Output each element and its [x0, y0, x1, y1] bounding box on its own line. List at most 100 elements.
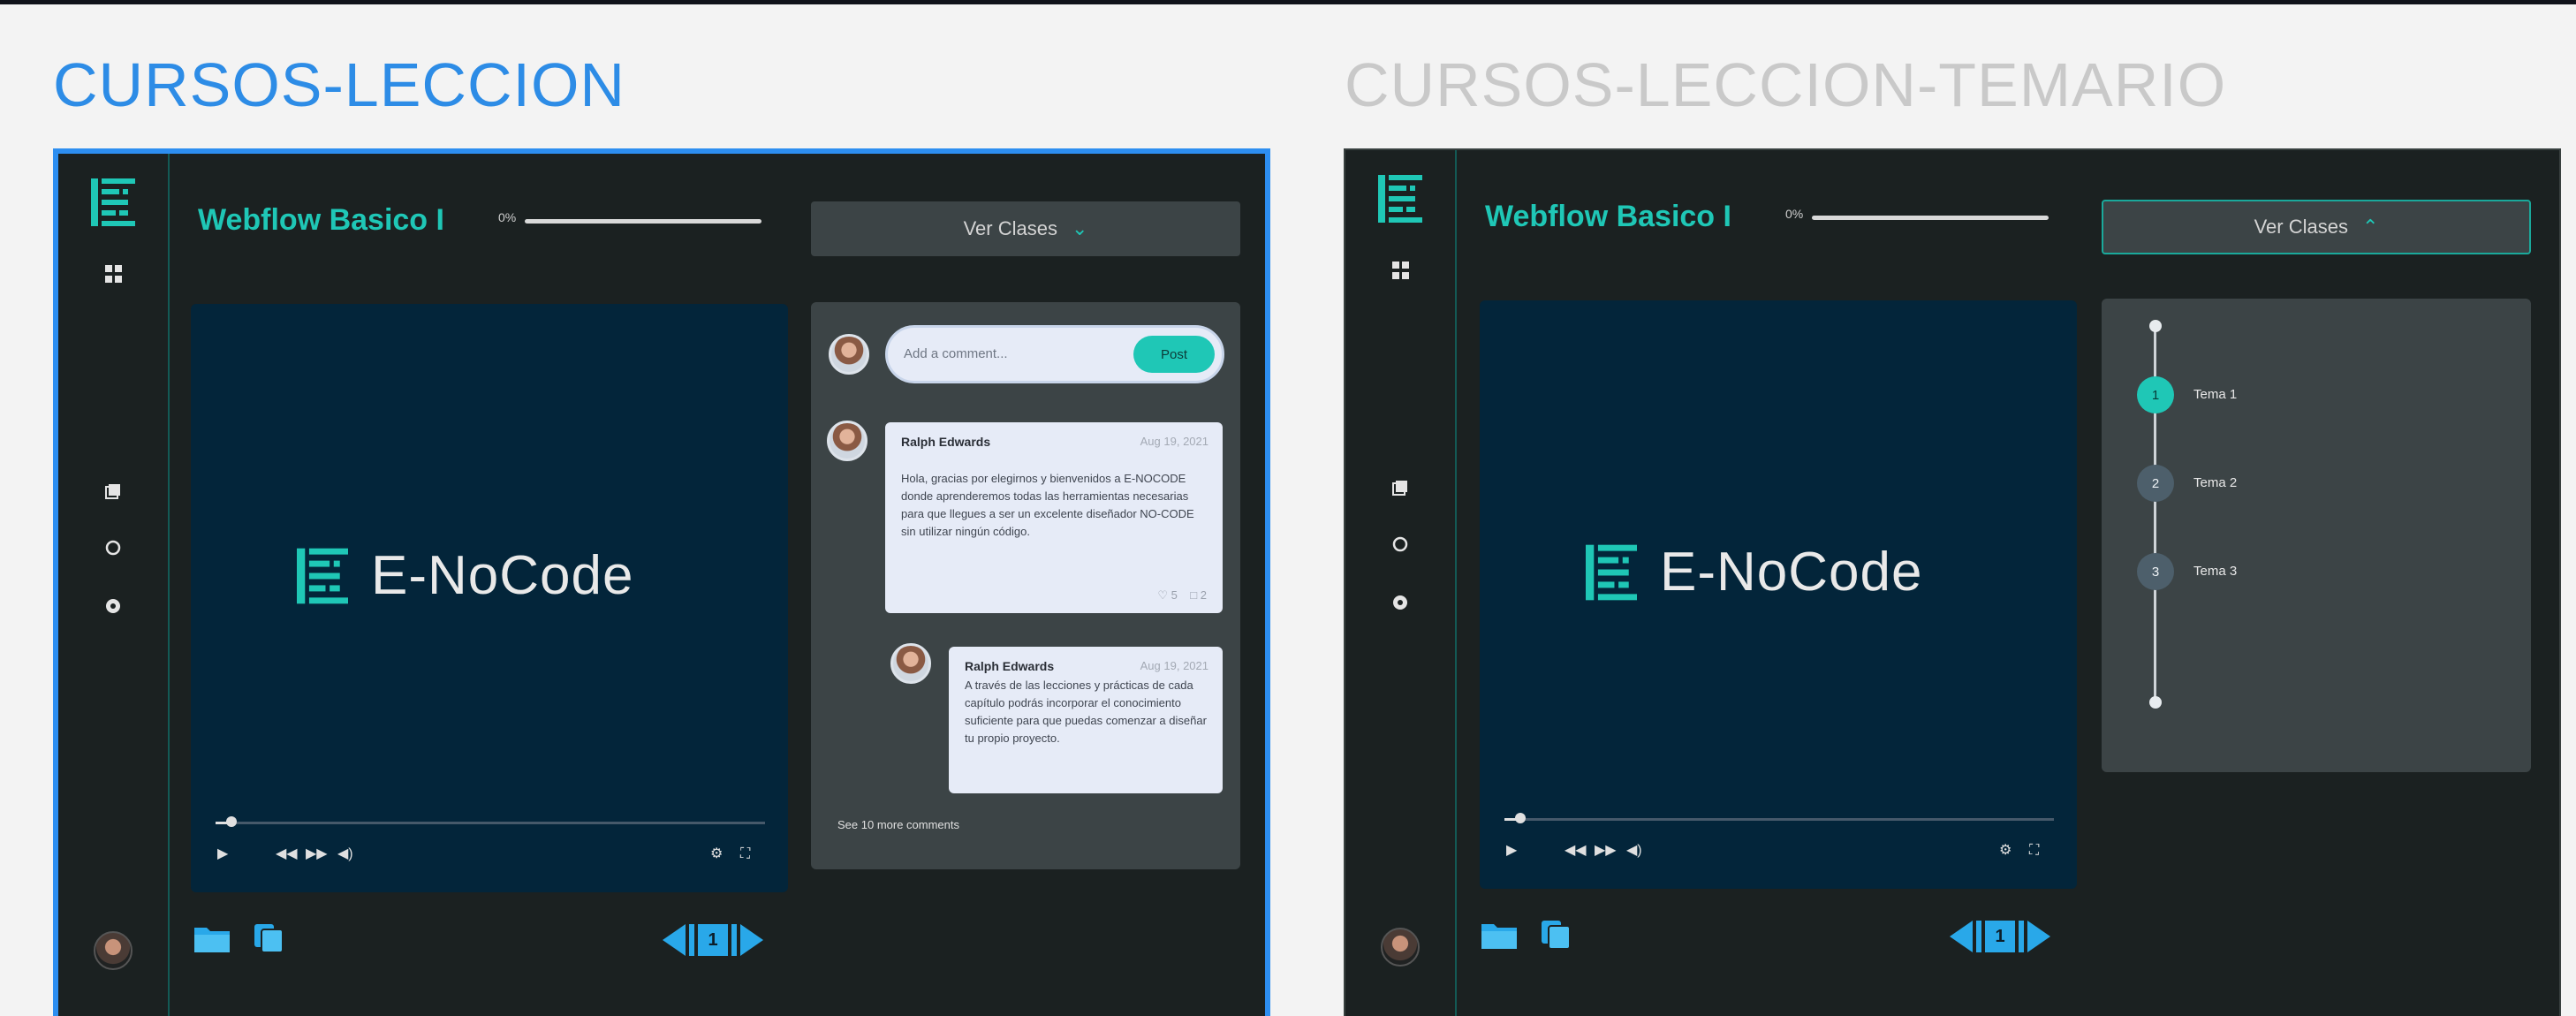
help-icon[interactable] — [104, 597, 122, 615]
settings-icon[interactable] — [1391, 535, 1409, 553]
pager: 1 — [1950, 921, 2050, 952]
help-icon[interactable] — [1391, 594, 1409, 611]
dashboard-icon[interactable] — [104, 265, 122, 283]
ver-clases-button[interactable]: Ver Clases ⌄ — [811, 201, 1240, 256]
temario-panel: 1 Tema 1 2 Tema 2 3 Tema 3 — [2102, 299, 2531, 772]
comment-input-box[interactable]: Add a comment... Post — [885, 325, 1224, 383]
tema-number-2[interactable]: 2 — [2137, 465, 2174, 502]
next-page-button[interactable] — [2027, 921, 2050, 952]
ver-clases-label: Ver Clases — [2254, 216, 2348, 238]
avatar — [827, 421, 868, 461]
video-player[interactable]: E-NoCode ▶ ◀◀ ▶▶ ◀) ⚙ ⛶ — [1480, 300, 2077, 889]
prev-page-button[interactable] — [663, 924, 686, 956]
progress-label: 0% — [1785, 207, 1804, 221]
library-icon[interactable] — [104, 482, 122, 500]
settings-icon[interactable] — [104, 539, 122, 557]
next-page-button[interactable] — [740, 924, 763, 956]
comment-card: Ralph Edwards Aug 19, 2021 Hola, gracias… — [885, 422, 1223, 613]
timeline-end-dot — [2149, 696, 2162, 709]
video-seek-handle[interactable] — [226, 816, 237, 827]
forward-icon[interactable]: ▶▶ — [306, 846, 328, 862]
course-title: Webflow Basico I — [198, 203, 444, 237]
copy-icon[interactable] — [253, 922, 284, 954]
brand-logo-icon[interactable] — [91, 178, 135, 226]
comment-author[interactable]: Ralph Edwards — [965, 659, 1054, 673]
ver-clases-button[interactable]: Ver Clases ⌃ — [2102, 200, 2531, 254]
page-number[interactable]: 1 — [698, 924, 728, 956]
fullscreen-icon[interactable]: ⛶ — [740, 846, 750, 862]
forward-icon[interactable]: ▶▶ — [1595, 843, 1617, 859]
pager-divider — [2019, 921, 2024, 952]
ver-clases-label: Ver Clases — [963, 217, 1057, 239]
comment-card-reply: Ralph Edwards Aug 19, 2021 A través de l… — [949, 647, 1223, 793]
volume-icon[interactable]: ◀) — [1626, 843, 1642, 859]
frame-cursos-leccion[interactable]: Webflow Basico I 0% Ver Clases ⌄ E-NoCod… — [53, 148, 1270, 1016]
timeline-start-dot — [2149, 320, 2162, 332]
gear-icon[interactable]: ⚙ — [710, 846, 723, 862]
avatar — [890, 643, 931, 684]
reply-count: 2 — [1200, 588, 1207, 602]
tema-label-1[interactable]: Tema 1 — [2193, 387, 2237, 402]
comment-text: Hola, gracias por elegirnos y bienvenido… — [901, 472, 1194, 538]
folder-icon[interactable] — [194, 924, 230, 952]
see-more-comments-link[interactable]: See 10 more comments — [837, 818, 959, 831]
library-icon[interactable] — [1391, 479, 1409, 497]
video-brand: E-NoCode — [1586, 541, 1922, 603]
comment-author[interactable]: Ralph Edwards — [901, 435, 990, 449]
fullscreen-icon[interactable]: ⛶ — [2029, 843, 2039, 859]
brand-logo-icon[interactable] — [1378, 175, 1422, 223]
user-avatar[interactable] — [1381, 928, 1420, 967]
video-player[interactable]: E-NoCode ▶ ◀◀ ▶▶ ◀) ⚙ ⛶ — [191, 304, 788, 892]
sidebar — [1345, 150, 1457, 1016]
folder-icon[interactable] — [1481, 921, 1517, 949]
post-button[interactable]: Post — [1133, 336, 1215, 373]
course-title: Webflow Basico I — [1485, 200, 1731, 233]
comment-date: Aug 19, 2021 — [1140, 435, 1208, 448]
video-brand: E-NoCode — [297, 544, 633, 607]
avatar — [829, 334, 869, 375]
chevron-up-icon: ⌃ — [2361, 216, 2379, 238]
chevron-down-icon: ⌄ — [1071, 217, 1088, 239]
pager-divider — [689, 924, 694, 956]
dashboard-icon[interactable] — [1391, 262, 1409, 279]
brand-logo-icon — [1586, 544, 1637, 600]
pager: 1 — [663, 924, 763, 956]
frame-title-cursos-leccion: CURSOS-LECCION — [53, 50, 625, 119]
comments-panel: Add a comment... Post Ralph Edwards Aug … — [811, 302, 1240, 869]
reply-icon[interactable]: □ — [1190, 588, 1197, 602]
tema-number-3[interactable]: 3 — [2137, 553, 2174, 590]
comment-text: A través de las lecciones y prácticas de… — [965, 679, 1207, 745]
like-count: 5 — [1171, 588, 1178, 602]
progress-label: 0% — [498, 210, 517, 224]
copy-icon[interactable] — [1540, 919, 1572, 951]
video-seek-bar[interactable] — [1504, 818, 2054, 821]
page-number[interactable]: 1 — [1985, 921, 2015, 952]
play-icon[interactable]: ▶ — [217, 846, 228, 862]
tema-label-3[interactable]: Tema 3 — [2193, 564, 2237, 579]
brand-name: E-NoCode — [371, 545, 634, 606]
rewind-icon[interactable]: ◀◀ — [276, 846, 298, 862]
frame-title-cursos-leccion-temario: CURSOS-LECCION-TEMARIO — [1345, 50, 2227, 119]
pager-divider — [731, 924, 737, 956]
sidebar — [58, 154, 170, 1016]
comment-input[interactable]: Add a comment... — [904, 346, 1008, 361]
tema-number-1[interactable]: 1 — [2137, 376, 2174, 413]
progress-bar — [1812, 216, 2049, 220]
top-strip — [0, 0, 2576, 4]
tema-label-2[interactable]: Tema 2 — [2193, 475, 2237, 490]
comment-meta: ♡ 5 □ 2 — [1157, 588, 1207, 603]
prev-page-button[interactable] — [1950, 921, 1973, 952]
frame-cursos-leccion-temario[interactable]: Webflow Basico I 0% Ver Clases ⌃ E-NoCod… — [1344, 148, 2561, 1016]
rewind-icon[interactable]: ◀◀ — [1565, 843, 1587, 859]
video-seek-handle[interactable] — [1515, 813, 1526, 823]
brand-name: E-NoCode — [1660, 542, 1923, 603]
comment-date: Aug 19, 2021 — [1140, 659, 1208, 672]
volume-icon[interactable]: ◀) — [337, 846, 353, 862]
gear-icon[interactable]: ⚙ — [1999, 843, 2012, 859]
play-icon[interactable]: ▶ — [1506, 843, 1517, 859]
user-avatar[interactable] — [94, 931, 133, 970]
like-icon[interactable]: ♡ — [1157, 588, 1168, 602]
video-seek-bar[interactable] — [216, 822, 765, 824]
progress-bar — [525, 219, 761, 224]
brand-logo-icon — [297, 548, 348, 603]
